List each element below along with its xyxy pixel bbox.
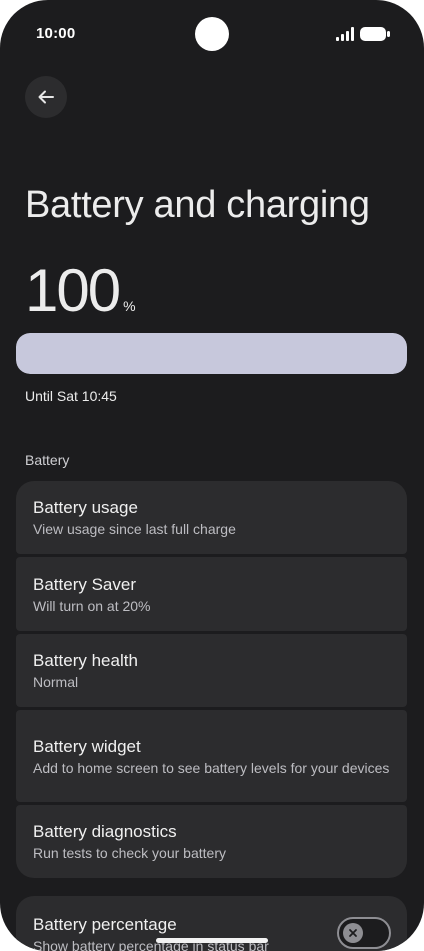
item-subtitle: View usage since last full charge — [33, 521, 236, 537]
status-bar: 10:00 — [0, 0, 424, 64]
battery-level-bar — [16, 333, 407, 374]
battery-health-item[interactable]: Battery health Normal — [16, 634, 407, 707]
item-title: Battery usage — [33, 498, 138, 517]
page-title: Battery and charging — [25, 184, 370, 226]
battery-level: 100 % — [25, 258, 136, 324]
item-title: Battery widget — [33, 736, 141, 756]
battery-usage-item[interactable]: Battery usage View usage since last full… — [16, 481, 407, 554]
charge-estimate: Until Sat 10:45 — [25, 388, 117, 404]
status-time: 10:00 — [36, 25, 76, 42]
item-subtitle: Run tests to check your battery — [33, 845, 226, 861]
item-title: Battery Saver — [33, 574, 136, 594]
back-button[interactable] — [25, 76, 67, 118]
battery-level-value: 100 — [25, 257, 121, 324]
item-subtitle: Will turn on at 20% — [33, 597, 151, 614]
item-title: Battery diagnostics — [33, 822, 177, 841]
home-indicator[interactable] — [156, 938, 268, 943]
back-arrow-icon — [38, 90, 54, 104]
close-icon — [349, 929, 357, 937]
battery-level-fill — [16, 333, 407, 374]
item-subtitle: Add to home screen to see battery levels… — [33, 759, 390, 776]
battery-percentage-toggle[interactable] — [337, 917, 391, 949]
phone-screen: 10:00 Battery and charging 100 % Until S… — [0, 0, 424, 951]
battery-level-unit: % — [123, 298, 136, 314]
camera-cutout — [195, 17, 229, 51]
battery-diagnostics-item[interactable]: Battery diagnostics Run tests to check y… — [16, 805, 407, 878]
signal-icon — [336, 27, 354, 41]
battery-saver-item[interactable]: Battery Saver Will turn on at 20% — [16, 557, 407, 631]
section-header-battery: Battery — [25, 452, 70, 468]
item-title: Battery health — [33, 651, 138, 670]
item-subtitle: Normal — [33, 674, 79, 690]
battery-widget-item[interactable]: Battery widget Add to home screen to see… — [16, 710, 407, 802]
toggle-knob — [343, 923, 363, 943]
battery-icon — [360, 27, 390, 41]
